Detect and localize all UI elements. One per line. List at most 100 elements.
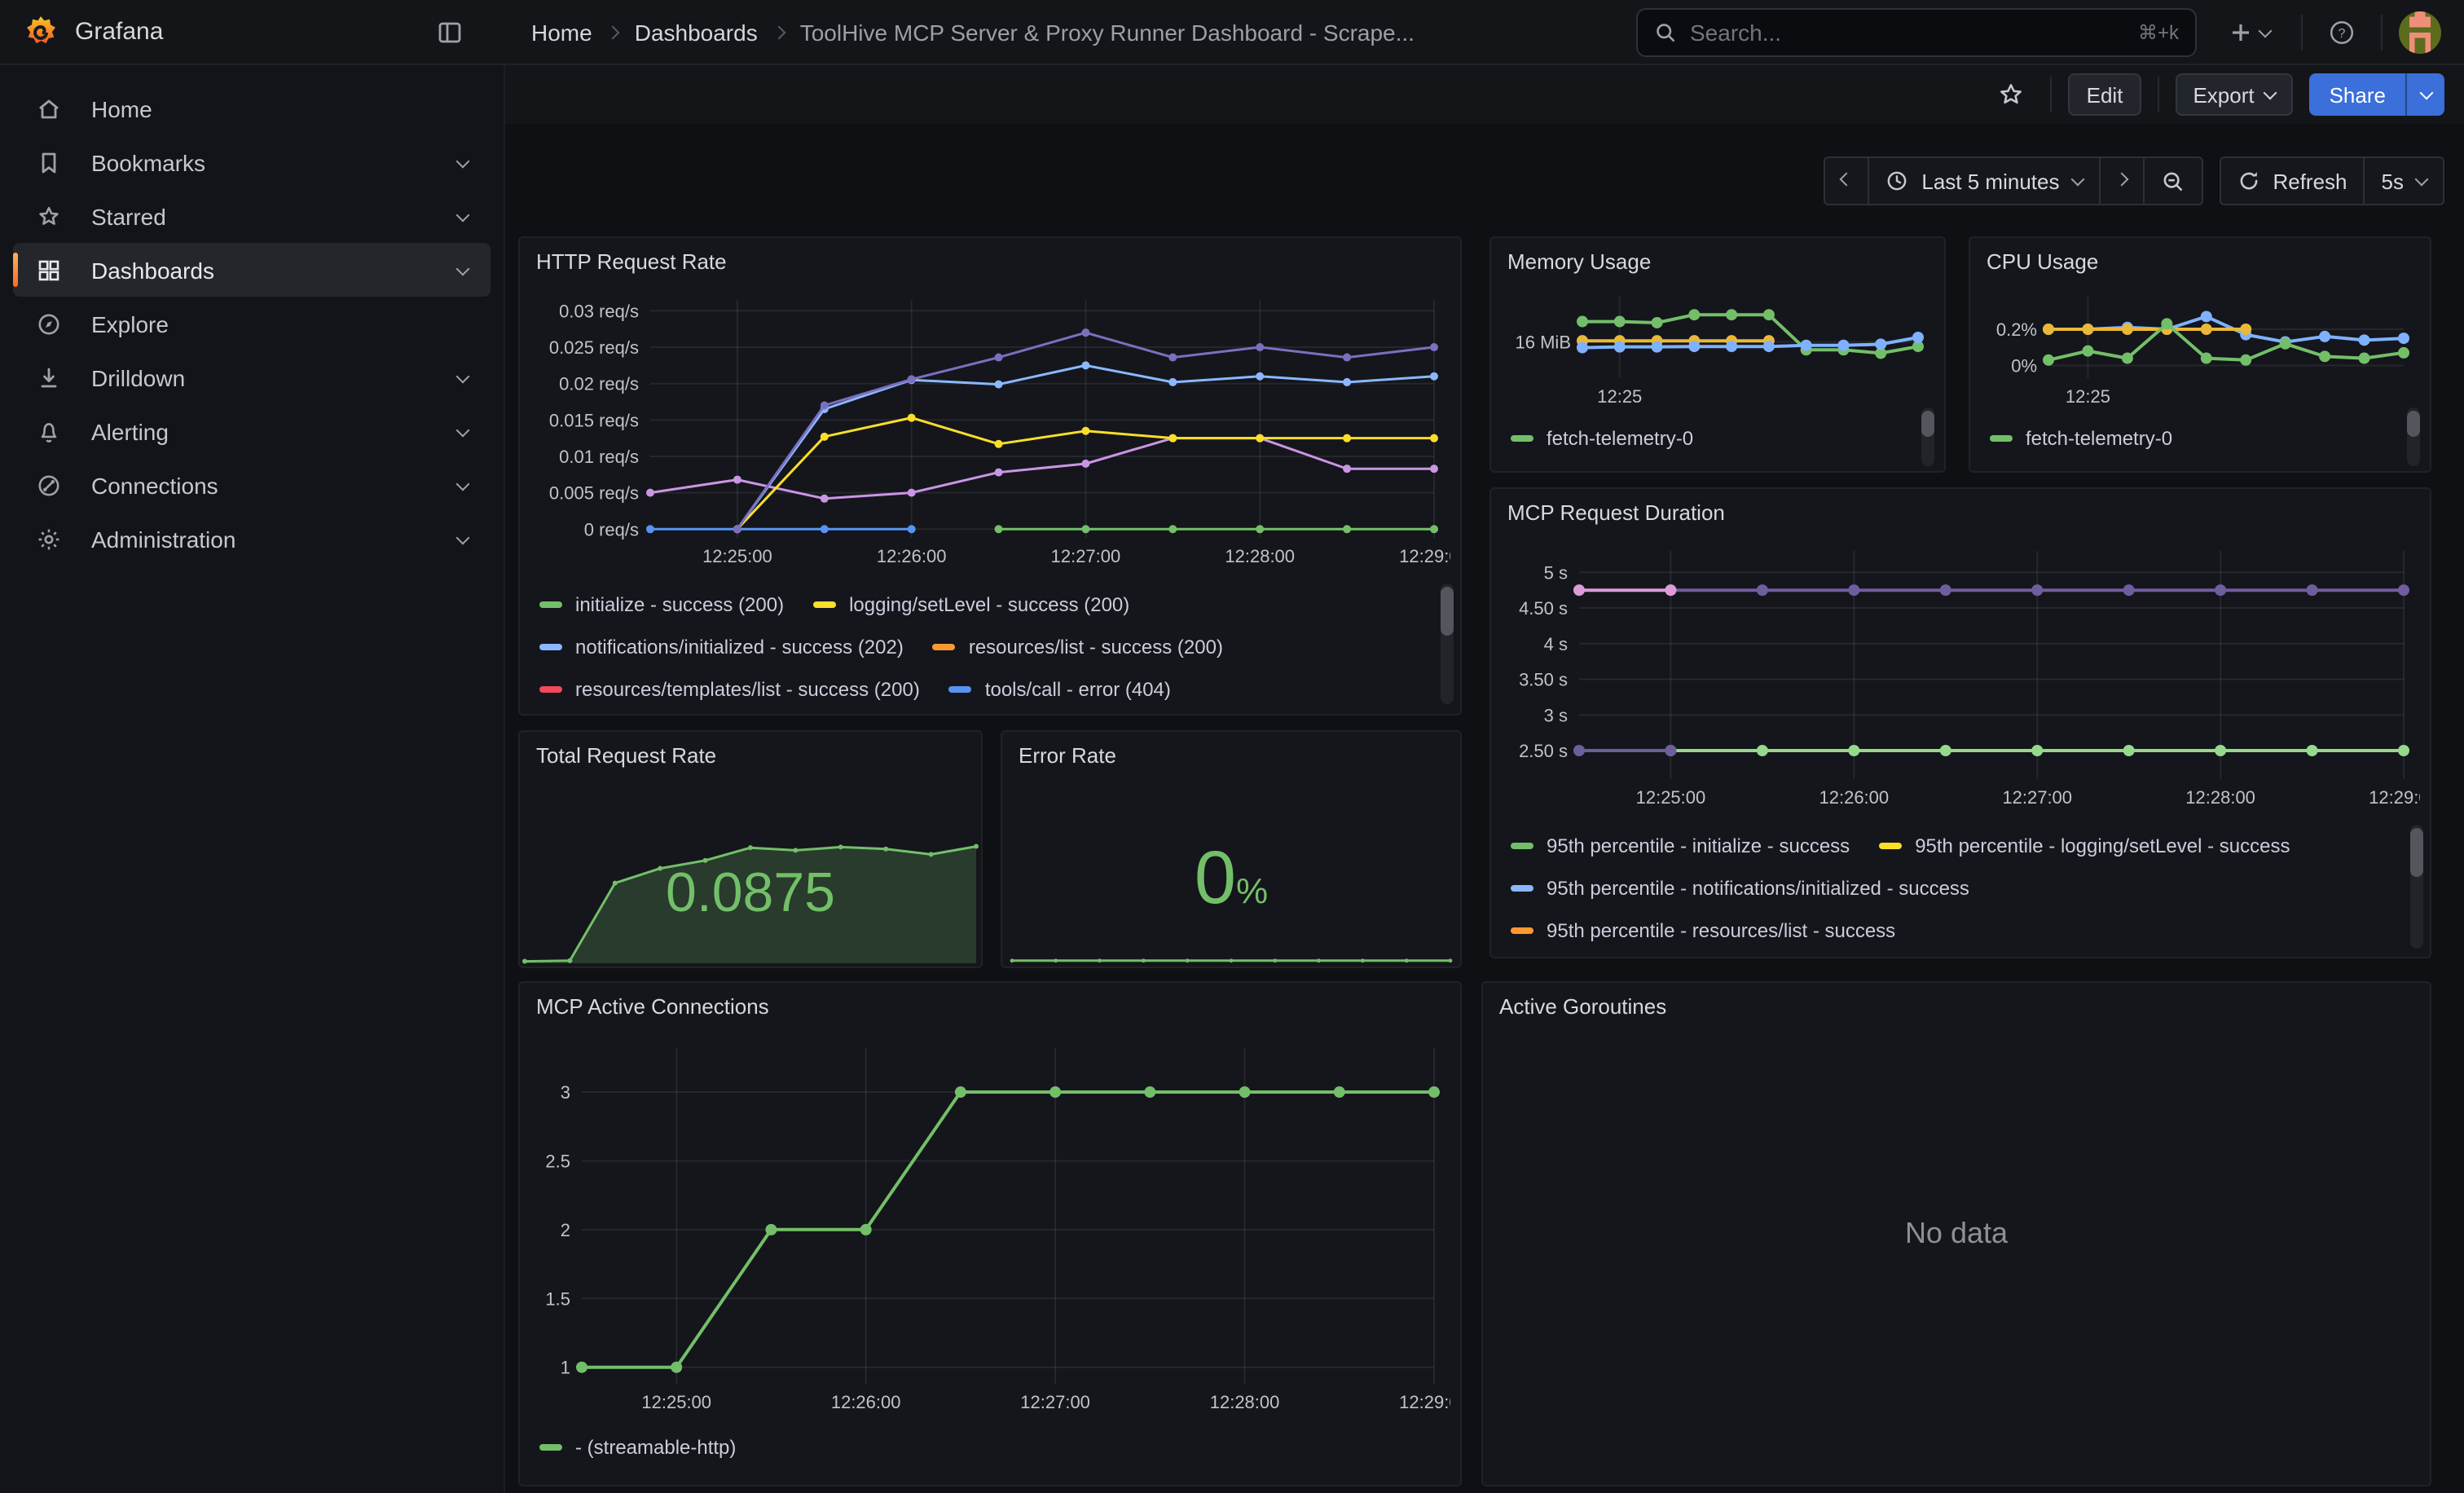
search-shortcut: ⌘+k bbox=[2138, 20, 2179, 43]
panel-active-goroutines: Active Goroutines No data bbox=[1481, 981, 2431, 1486]
svg-text:3 s: 3 s bbox=[1544, 705, 1568, 725]
panel-title[interactable]: Total Request Rate bbox=[536, 743, 716, 768]
refresh-button[interactable]: Refresh bbox=[2220, 158, 2365, 204]
sidebar-item-connections[interactable]: Connections bbox=[13, 458, 491, 512]
svg-text:12:25:00: 12:25:00 bbox=[1636, 787, 1706, 808]
search-input[interactable]: Search... ⌘+k bbox=[1636, 7, 2197, 56]
svg-text:12:25:00: 12:25:00 bbox=[702, 546, 772, 566]
chevron-left-icon bbox=[1840, 173, 1854, 187]
legend-item[interactable]: fetch-telemetry-0 bbox=[1511, 427, 1693, 450]
legend-item[interactable]: 95th percentile - logging/setLevel - suc… bbox=[1879, 835, 2290, 857]
error-rate-sparkline bbox=[1009, 949, 1454, 965]
legend-item[interactable]: tools/call - error (404) bbox=[949, 678, 1171, 701]
legend-scrollbar[interactable] bbox=[1921, 407, 1934, 466]
share-menu-button[interactable] bbox=[2405, 73, 2444, 116]
sidebar-item-alerting[interactable]: Alerting bbox=[13, 404, 491, 458]
grafana-app: Grafana Home Dashboards ToolHive MCP Ser… bbox=[0, 0, 2464, 1493]
panel-title[interactable]: MCP Request Duration bbox=[1507, 500, 1725, 525]
sidebar-item-starred[interactable]: Starred bbox=[13, 189, 491, 243]
brand-name: Grafana bbox=[75, 18, 163, 46]
panel-title[interactable]: CPU Usage bbox=[1987, 249, 2098, 274]
star-dashboard-button[interactable] bbox=[1989, 72, 2035, 117]
sidebar-item-administration[interactable]: Administration bbox=[13, 512, 491, 566]
mcp-request-duration-chart[interactable]: 2.50 s3 s3.50 s4 s4.50 s5 s12:25:0012:26… bbox=[1501, 535, 2420, 815]
legend-item[interactable]: 95th percentile - initialize - success bbox=[1511, 835, 1850, 857]
legend-scrollbar[interactable] bbox=[1441, 584, 1454, 704]
time-shift-back-button[interactable] bbox=[1825, 158, 1869, 204]
legend-item[interactable]: notifications/initialized - success (202… bbox=[539, 636, 904, 658]
grafana-logo-icon bbox=[23, 14, 59, 50]
panel-mcp-active-connections: MCP Active Connections 11.522.5312:25:00… bbox=[518, 981, 1462, 1486]
help-button[interactable]: ? bbox=[2319, 9, 2365, 55]
time-shift-forward-button[interactable] bbox=[2100, 158, 2144, 204]
legend-item[interactable]: resources/list - success (200) bbox=[933, 636, 1223, 658]
panel-title[interactable]: Error Rate bbox=[1019, 743, 1116, 768]
breadcrumb-separator-icon bbox=[772, 26, 785, 40]
legend-item[interactable]: resources/templates/list - success (200) bbox=[539, 678, 920, 701]
panel-title[interactable]: Active Goroutines bbox=[1499, 994, 1666, 1019]
mcp-active-connections-chart[interactable]: 11.522.5312:25:0012:26:0012:27:0012:28:0… bbox=[530, 1032, 1450, 1420]
series-swatch bbox=[1879, 843, 1902, 849]
svg-text:4.50 s: 4.50 s bbox=[1519, 598, 1568, 619]
no-data-message: No data bbox=[1483, 1217, 2430, 1251]
breadcrumb-dashboards[interactable]: Dashboards bbox=[635, 19, 758, 45]
cpu-usage-chart[interactable]: 0.2%0%12:25 bbox=[1977, 280, 2420, 414]
panel-title[interactable]: Memory Usage bbox=[1507, 249, 1651, 274]
svg-text:12:25: 12:25 bbox=[1597, 386, 1642, 407]
series-swatch bbox=[539, 686, 562, 693]
svg-text:12:27:00: 12:27:00 bbox=[2002, 787, 2072, 808]
svg-text:12:28:00: 12:28:00 bbox=[1225, 546, 1295, 566]
sidebar-item-explore[interactable]: Explore bbox=[13, 297, 491, 350]
panel-title[interactable]: HTTP Request Rate bbox=[536, 249, 727, 274]
legend-item[interactable]: fetch-telemetry-0 bbox=[1990, 427, 2172, 450]
series-swatch bbox=[539, 1444, 562, 1451]
svg-text:12:29:00: 12:29:00 bbox=[1399, 546, 1450, 566]
chevron-down-icon bbox=[456, 423, 470, 437]
legend-item[interactable]: - (streamable-http) bbox=[539, 1436, 736, 1459]
svg-text:12:28:00: 12:28:00 bbox=[2185, 787, 2255, 808]
export-button[interactable]: Export bbox=[2175, 73, 2293, 116]
chevron-down-icon bbox=[456, 531, 470, 544]
legend-item[interactable]: 95th percentile - notifications/initiali… bbox=[1511, 877, 1969, 900]
sidebar-item-home[interactable]: Home bbox=[13, 81, 491, 135]
legend-row: 95th percentile - initialize - success 9… bbox=[1511, 825, 2391, 867]
connections-legend: - (streamable-http) bbox=[539, 1426, 1419, 1469]
legend-item[interactable]: 95th percentile - resources/list - succe… bbox=[1511, 919, 1895, 942]
sidebar-toggle-button[interactable] bbox=[427, 9, 473, 55]
breadcrumb-current: ToolHive MCP Server & Proxy Runner Dashb… bbox=[800, 19, 1415, 45]
legend-scrollbar[interactable] bbox=[2407, 407, 2420, 466]
chevron-down-icon bbox=[456, 369, 470, 383]
svg-text:1.5: 1.5 bbox=[545, 1288, 570, 1309]
svg-text:12:27:00: 12:27:00 bbox=[1020, 1392, 1090, 1412]
svg-text:4 s: 4 s bbox=[1544, 634, 1568, 654]
legend-scrollbar[interactable] bbox=[2410, 825, 2423, 949]
share-button[interactable]: Share bbox=[2310, 73, 2405, 116]
sidebar-item-bookmarks[interactable]: Bookmarks bbox=[13, 135, 491, 189]
refresh-icon bbox=[2237, 170, 2259, 192]
sidebar-item-drilldown[interactable]: Drilldown bbox=[13, 350, 491, 404]
brand: Grafana bbox=[0, 14, 427, 50]
series-swatch bbox=[949, 686, 972, 693]
duration-legend: 95th percentile - initialize - success 9… bbox=[1511, 825, 2391, 952]
breadcrumb-home[interactable]: Home bbox=[531, 19, 592, 45]
memory-usage-chart[interactable]: 16 MiB 12:25 bbox=[1498, 280, 1934, 414]
legend-item[interactable]: logging/setLevel - success (200) bbox=[813, 593, 1129, 616]
refresh-group: Refresh 5s bbox=[2219, 156, 2444, 205]
legend-item[interactable]: initialize - success (200) bbox=[539, 593, 784, 616]
chevron-down-icon bbox=[2070, 173, 2084, 187]
svg-text:0.02 req/s: 0.02 req/s bbox=[559, 374, 639, 394]
panel-memory-usage: Memory Usage 16 MiB 12:25 fetch-telemetry… bbox=[1489, 236, 1946, 473]
add-new-button[interactable] bbox=[2213, 9, 2285, 55]
search-placeholder: Search... bbox=[1690, 19, 2125, 45]
edit-button[interactable]: Edit bbox=[2069, 73, 2141, 116]
zoom-out-button[interactable] bbox=[2144, 158, 2201, 204]
svg-text:16 MiB: 16 MiB bbox=[1516, 333, 1571, 353]
svg-text:0.005 req/s: 0.005 req/s bbox=[549, 483, 639, 504]
user-avatar[interactable] bbox=[2399, 11, 2441, 53]
http-request-rate-chart[interactable]: 0 req/s0.005 req/s0.01 req/s0.015 req/s0… bbox=[530, 284, 1450, 574]
refresh-interval-select[interactable]: 5s bbox=[2365, 158, 2443, 204]
sidebar-item-dashboards[interactable]: Dashboards bbox=[13, 243, 491, 297]
panel-title[interactable]: MCP Active Connections bbox=[536, 994, 769, 1019]
dashboards-grid-icon bbox=[36, 257, 62, 283]
time-range-picker[interactable]: Last 5 minutes bbox=[1869, 158, 2100, 204]
